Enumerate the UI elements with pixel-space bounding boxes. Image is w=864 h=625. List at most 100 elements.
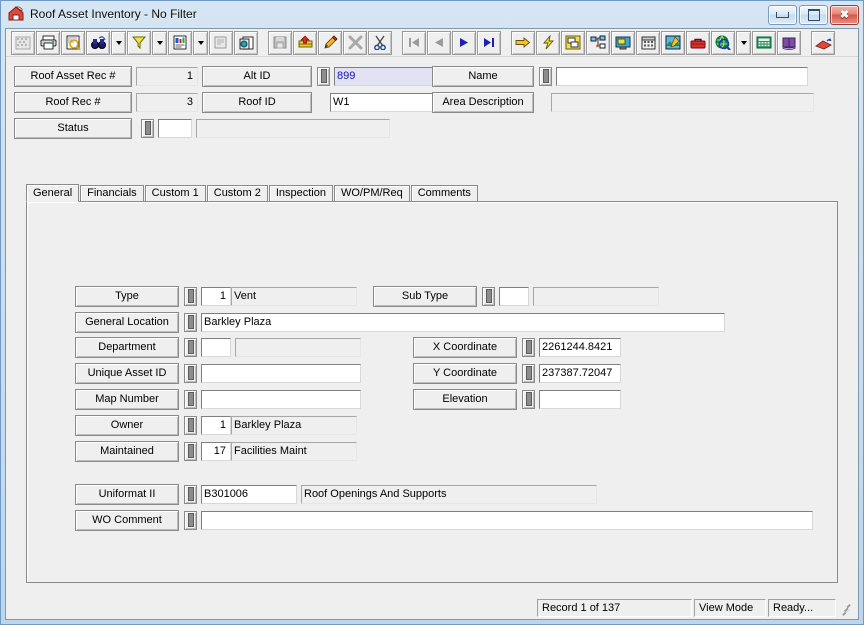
chevron-down-icon bbox=[156, 40, 163, 45]
previous-record-button[interactable] bbox=[427, 30, 451, 55]
department-lookup-button[interactable] bbox=[184, 337, 197, 357]
general-location-input[interactable]: Barkley Plaza bbox=[201, 312, 725, 332]
close-button[interactable]: ✖ bbox=[830, 5, 859, 25]
copy-record-button[interactable] bbox=[234, 30, 258, 55]
help-book-button[interactable] bbox=[777, 30, 801, 55]
gis-search-dropdown-button[interactable] bbox=[736, 30, 751, 55]
unique-asset-id-label[interactable]: Unique Asset ID bbox=[75, 362, 179, 384]
resize-grip[interactable] bbox=[840, 601, 854, 617]
tab-general[interactable]: General bbox=[26, 184, 80, 202]
window-layout-button[interactable] bbox=[561, 30, 585, 55]
uniformat-lookup-button[interactable] bbox=[184, 484, 197, 504]
roof-id-input[interactable]: W1 bbox=[330, 92, 445, 112]
map-number-label[interactable]: Map Number bbox=[75, 388, 179, 410]
x-coordinate-label[interactable]: X Coordinate bbox=[413, 336, 517, 358]
next-record-button[interactable] bbox=[452, 30, 476, 55]
report-dropdown-button[interactable] bbox=[193, 30, 208, 55]
owner-label[interactable]: Owner bbox=[75, 414, 179, 436]
roof-asset-rec-label[interactable]: Roof Asset Rec # bbox=[14, 65, 132, 87]
tab-custom-2[interactable]: Custom 2 bbox=[206, 185, 268, 202]
general-location-lookup-button[interactable] bbox=[184, 312, 197, 332]
tab-inspection[interactable]: Inspection bbox=[268, 185, 333, 202]
sub-type-label[interactable]: Sub Type bbox=[373, 285, 477, 307]
x-coordinate-lookup-button[interactable] bbox=[522, 337, 535, 357]
filter-dropdown-button[interactable] bbox=[152, 30, 167, 55]
new-record-button[interactable] bbox=[293, 30, 317, 55]
elevation-lookup-button[interactable] bbox=[522, 389, 535, 409]
filter-button[interactable] bbox=[127, 30, 151, 55]
save-button[interactable] bbox=[268, 30, 292, 55]
roof-module-button[interactable] bbox=[811, 30, 835, 55]
find-dropdown-button[interactable] bbox=[111, 30, 126, 55]
calendar-button[interactable] bbox=[636, 30, 660, 55]
type-lookup-button[interactable] bbox=[184, 286, 197, 306]
map-number-input[interactable] bbox=[201, 389, 361, 409]
print-button[interactable] bbox=[36, 30, 60, 55]
map-number-lookup-button[interactable] bbox=[184, 389, 197, 409]
calculator-button[interactable] bbox=[752, 30, 776, 55]
maintained-label[interactable]: Maintained bbox=[75, 440, 179, 462]
tab-comments[interactable]: Comments bbox=[410, 185, 478, 202]
tab-financials[interactable]: Financials bbox=[80, 185, 144, 202]
toolbox-button[interactable] bbox=[686, 30, 710, 55]
y-coordinate-lookup-button[interactable] bbox=[522, 363, 535, 383]
area-description-label[interactable]: Area Description bbox=[432, 91, 534, 113]
workstation-button[interactable] bbox=[611, 30, 635, 55]
edit-button[interactable] bbox=[318, 30, 342, 55]
type-code-input[interactable]: 1 bbox=[201, 286, 231, 306]
grid-view-button[interactable] bbox=[11, 30, 35, 55]
goto-button[interactable] bbox=[511, 30, 535, 55]
header-fields: Roof Asset Rec # 1 Alt ID 899 Name Roof … bbox=[14, 61, 850, 141]
name-label[interactable]: Name bbox=[432, 65, 534, 87]
department-label[interactable]: Department bbox=[75, 336, 179, 358]
unique-asset-id-input[interactable] bbox=[201, 363, 361, 383]
y-coordinate-label[interactable]: Y Coordinate bbox=[413, 362, 517, 384]
wo-comment-lookup-button[interactable] bbox=[184, 510, 197, 530]
owner-lookup-button[interactable] bbox=[184, 415, 197, 435]
first-record-button[interactable] bbox=[402, 30, 426, 55]
form-properties-button[interactable] bbox=[209, 30, 233, 55]
roof-rec-row: Roof Rec # 3 Roof ID W1 bbox=[14, 91, 445, 113]
print-preview-button[interactable] bbox=[61, 30, 85, 55]
name-input[interactable] bbox=[556, 66, 808, 86]
find-button[interactable] bbox=[86, 30, 110, 55]
maintained-code-input[interactable]: 17 bbox=[201, 441, 231, 461]
roof-id-label[interactable]: Roof ID bbox=[202, 91, 312, 113]
status-code-input[interactable] bbox=[158, 118, 192, 138]
drawing-button[interactable] bbox=[661, 30, 685, 55]
alt-id-lookup-button[interactable] bbox=[317, 66, 330, 86]
delete-button[interactable] bbox=[343, 30, 367, 55]
type-label[interactable]: Type bbox=[75, 285, 179, 307]
sub-type-lookup-button[interactable] bbox=[482, 286, 495, 306]
status-label[interactable]: Status bbox=[14, 117, 132, 139]
maximize-button[interactable] bbox=[799, 5, 828, 25]
status-lookup-button[interactable] bbox=[141, 118, 154, 138]
elevation-row: Elevation bbox=[413, 388, 621, 410]
elevation-label[interactable]: Elevation bbox=[413, 388, 517, 410]
quick-action-button[interactable] bbox=[536, 30, 560, 55]
sub-type-code-input[interactable] bbox=[499, 286, 529, 306]
x-coordinate-input[interactable]: 2261244.8421 bbox=[539, 337, 621, 357]
gis-search-button[interactable] bbox=[711, 30, 735, 55]
uniformat-label[interactable]: Uniformat II bbox=[75, 483, 179, 505]
maintained-lookup-button[interactable] bbox=[184, 441, 197, 461]
unique-asset-id-lookup-button[interactable] bbox=[184, 363, 197, 383]
general-location-label[interactable]: General Location bbox=[75, 311, 179, 333]
elevation-input[interactable] bbox=[539, 389, 621, 409]
department-code-input[interactable] bbox=[201, 337, 231, 357]
report-button[interactable] bbox=[168, 30, 192, 55]
last-record-button[interactable] bbox=[477, 30, 501, 55]
wo-comment-input[interactable] bbox=[201, 510, 813, 530]
minimize-button[interactable] bbox=[768, 5, 797, 25]
tab-custom-1[interactable]: Custom 1 bbox=[144, 185, 206, 202]
name-lookup-button[interactable] bbox=[539, 66, 552, 86]
uniformat-code-input[interactable]: B301006 bbox=[201, 484, 297, 504]
y-coordinate-input[interactable]: 237387.72047 bbox=[539, 363, 621, 383]
owner-code-input[interactable]: 1 bbox=[201, 415, 231, 435]
roof-rec-label[interactable]: Roof Rec # bbox=[14, 91, 132, 113]
cut-button[interactable] bbox=[368, 30, 392, 55]
alt-id-label[interactable]: Alt ID bbox=[202, 65, 312, 87]
tab-wo-pm-req[interactable]: WO/PM/Req bbox=[333, 185, 410, 202]
hierarchy-button[interactable] bbox=[586, 30, 610, 55]
wo-comment-label[interactable]: WO Comment bbox=[75, 509, 179, 531]
